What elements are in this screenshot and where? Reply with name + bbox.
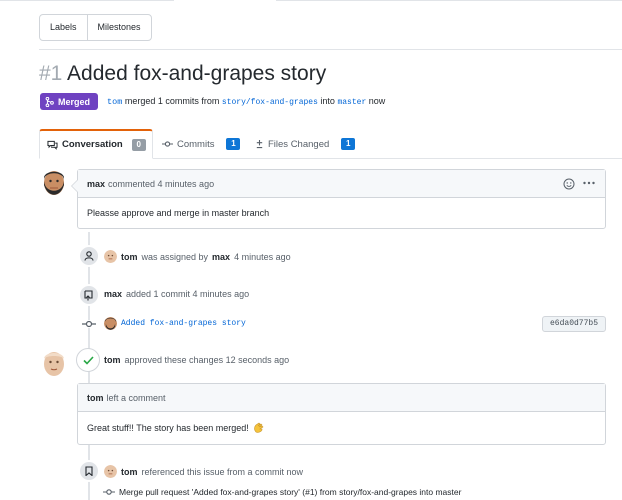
- max-mini-avatar[interactable]: [104, 317, 117, 330]
- tab-conversation-label: Conversation: [62, 139, 123, 150]
- merge-commit-row: Merge pull request 'Added fox-and-grapes…: [103, 487, 461, 497]
- approved-event: tom approved these changes 12 seconds ag…: [104, 355, 289, 365]
- review-comment-text: Great stuff!! The story has been merged!: [87, 423, 249, 433]
- comment-author[interactable]: max: [87, 179, 105, 189]
- top-divider: [0, 0, 174, 1]
- pr-number: #1: [39, 62, 63, 85]
- commit-icon-small: [103, 489, 115, 495]
- review-comment-header: tom left a comment: [78, 384, 605, 412]
- review-comment-tom: tom left a comment Great stuff!! The sto…: [77, 383, 606, 445]
- pr-title: #1 Added fox-and-grapes story: [39, 62, 326, 86]
- into-text: into: [320, 96, 335, 106]
- referenced-actor[interactable]: tom: [121, 467, 138, 477]
- review-comment-meta: left a comment: [106, 392, 166, 403]
- review-comment-author[interactable]: tom: [87, 393, 104, 403]
- plus-minus-icon: [256, 139, 263, 149]
- commit-icon: [162, 141, 173, 147]
- kebab-menu-icon[interactable]: [583, 181, 595, 185]
- tab-commits[interactable]: Commits 1: [162, 129, 241, 159]
- base-branch-link[interactable]: master: [337, 98, 366, 107]
- push-event-badge: [78, 284, 100, 306]
- smiley-icon[interactable]: [563, 178, 575, 190]
- commits-count: 1: [226, 138, 241, 150]
- pr-tabs: Conversation 0 Commits 1 Files Changed 1: [39, 129, 622, 159]
- merge-icon: [45, 96, 54, 107]
- approved-event-badge: [76, 348, 100, 372]
- added-commit-actor[interactable]: max: [104, 289, 122, 299]
- check-icon: [82, 355, 94, 365]
- added-commit-event: max added 1 commit 4 minutes ago: [104, 289, 249, 299]
- person-icon: [84, 251, 94, 261]
- tom-mini-avatar-2[interactable]: [104, 465, 117, 478]
- referenced-event: tom referenced this issue from a commit …: [104, 465, 303, 478]
- clapping-hands-icon: [253, 422, 264, 433]
- merge-time: now: [368, 96, 386, 106]
- max-avatar[interactable]: [40, 168, 68, 196]
- approved-actor[interactable]: tom: [104, 355, 121, 365]
- added-commit-text: added 1 commit 4 minutes ago: [126, 289, 250, 299]
- comment-caret: [71, 179, 78, 193]
- milestones-button[interactable]: Milestones: [86, 15, 151, 40]
- merged-text: merged 1 commits from: [124, 96, 220, 106]
- labels-button[interactable]: Labels: [40, 15, 87, 40]
- tom-mini-avatar[interactable]: [104, 250, 117, 263]
- labels-milestones-nav: Labels Milestones: [39, 14, 152, 41]
- assigned-time: 4 minutes ago: [234, 251, 291, 262]
- reference-event-badge: [78, 460, 100, 482]
- referenced-text: referenced this issue from a commit now: [141, 466, 304, 477]
- commit-row: Added fox-and-grapes story: [104, 317, 246, 330]
- assigned-actor[interactable]: tom: [121, 252, 138, 262]
- bookmark-icon: [85, 466, 93, 476]
- conversation-count: 0: [131, 138, 146, 151]
- merge-commit-text[interactable]: Merge pull request 'Added fox-and-grapes…: [119, 487, 461, 497]
- comment-header: max commented 4 minutes ago: [78, 170, 605, 198]
- tab-files-changed-label: Files Changed: [268, 138, 330, 150]
- assignee-event-badge: [78, 245, 100, 267]
- tom-avatar[interactable]: [40, 349, 68, 377]
- tab-conversation[interactable]: Conversation 0: [39, 129, 153, 159]
- assigned-by[interactable]: max: [212, 252, 230, 262]
- pr-title-text: Added fox-and-grapes story: [67, 62, 327, 85]
- files-changed-count: 1: [341, 138, 356, 150]
- assigned-event: tom was assigned by max 4 minutes ago: [104, 250, 291, 263]
- repo-push-icon: [84, 289, 93, 300]
- review-comment-body: Great stuff!! The story has been merged!: [78, 412, 605, 444]
- author-link[interactable]: tom: [107, 97, 122, 107]
- assigned-text: was assigned by: [141, 251, 209, 262]
- merged-label: Merged: [58, 96, 91, 107]
- commit-message-link[interactable]: Added fox-and-grapes story: [121, 319, 246, 328]
- comment-meta: commented 4 minutes ago: [108, 178, 215, 189]
- commit-node-icon: [82, 320, 96, 328]
- head-branch-link[interactable]: story/fox-and-grapes: [222, 98, 318, 107]
- comments-icon: [47, 140, 58, 150]
- header-divider: [39, 49, 622, 50]
- top-divider-right: [276, 0, 622, 1]
- comment-body: Pleasse approve and merge in master bran…: [87, 208, 270, 218]
- commit-sha-button[interactable]: e6da0d77b5: [542, 316, 606, 332]
- comment-max: max commented 4 minutes ago Pleasse appr…: [71, 169, 606, 229]
- tab-commits-label: Commits: [177, 138, 215, 150]
- approved-text: approved these changes 12 seconds ago: [124, 355, 290, 365]
- merge-summary: tom merged 1 commits from story/fox-and-…: [107, 96, 385, 107]
- merged-status-badge: Merged: [40, 93, 98, 110]
- tab-files-changed[interactable]: Files Changed 1: [255, 129, 356, 159]
